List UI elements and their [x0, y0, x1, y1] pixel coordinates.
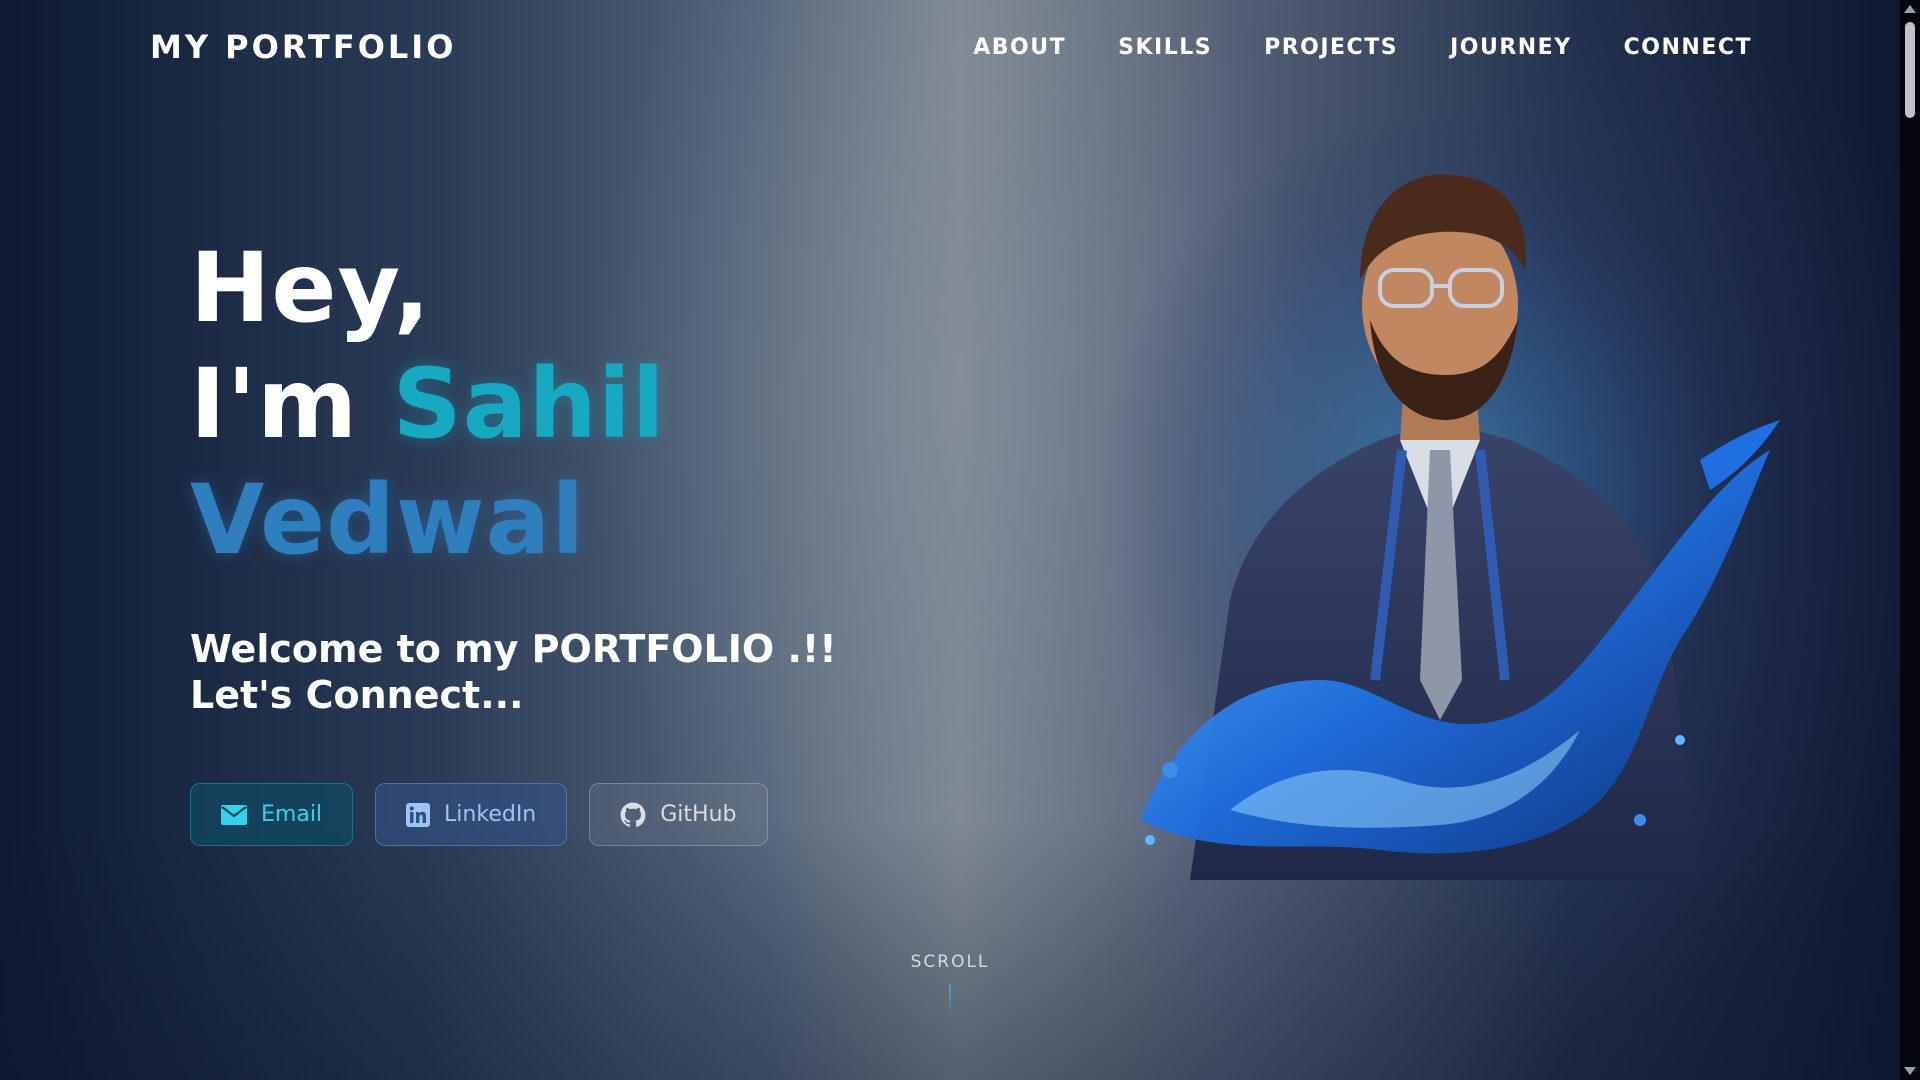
scroll-up-arrow-icon[interactable] [1904, 5, 1916, 13]
linkedin-icon [406, 802, 431, 827]
linkedin-button[interactable]: LinkedIn [375, 783, 568, 846]
portfolio-page: MY PORTFOLIO ABOUT SKILLS PROJECTS JOURN… [0, 0, 1920, 1080]
nav-link-about[interactable]: ABOUT [973, 35, 1066, 60]
scroll-indicator-line [949, 984, 951, 1018]
scrollbar-thumb[interactable] [1905, 22, 1915, 118]
github-button[interactable]: GitHub [589, 783, 768, 846]
github-button-label: GitHub [660, 802, 737, 827]
nav-link-connect[interactable]: CONNECT [1624, 35, 1752, 60]
scroll-hint: SCROLL [910, 952, 990, 972]
nav-links: ABOUT SKILLS PROJECTS JOURNEY CONNECT [973, 35, 1752, 60]
nav-link-projects[interactable]: PROJECTS [1264, 35, 1398, 60]
nav-link-skills[interactable]: SKILLS [1118, 35, 1212, 60]
welcome-text: Welcome to my PORTFOLIO .!! Let's Connec… [190, 626, 837, 718]
hero-intro-prefix: I'm [190, 348, 359, 460]
hero-intro-line: I'm Sahil [190, 346, 666, 462]
nav-link-journey[interactable]: JOURNEY [1450, 35, 1572, 60]
top-nav: MY PORTFOLIO ABOUT SKILLS PROJECTS JOURN… [150, 24, 1752, 70]
welcome-line-2: Let's Connect... [190, 673, 524, 717]
hero-greeting: Hey, [190, 232, 432, 344]
hero-heading: Hey, I'm Sahil Vedwal [190, 230, 666, 578]
site-logo[interactable]: MY PORTFOLIO [150, 28, 456, 66]
page-scrollbar[interactable] [1900, 0, 1920, 1080]
github-icon [620, 802, 646, 828]
welcome-line-1: Welcome to my PORTFOLIO .!! [190, 627, 837, 671]
scroll-down-arrow-icon[interactable] [1904, 1067, 1916, 1075]
email-button-label: Email [261, 802, 323, 827]
linkedin-button-label: LinkedIn [444, 802, 537, 827]
mail-icon [221, 804, 247, 825]
social-buttons: Email LinkedIn GitHub [190, 783, 768, 846]
email-button[interactable]: Email [190, 783, 354, 846]
profile-portrait [1080, 120, 1780, 900]
hero-first-name: Sahil [392, 348, 666, 460]
hero-last-name-line: Vedwal [190, 462, 666, 578]
hero-last-name: Vedwal [190, 464, 586, 576]
